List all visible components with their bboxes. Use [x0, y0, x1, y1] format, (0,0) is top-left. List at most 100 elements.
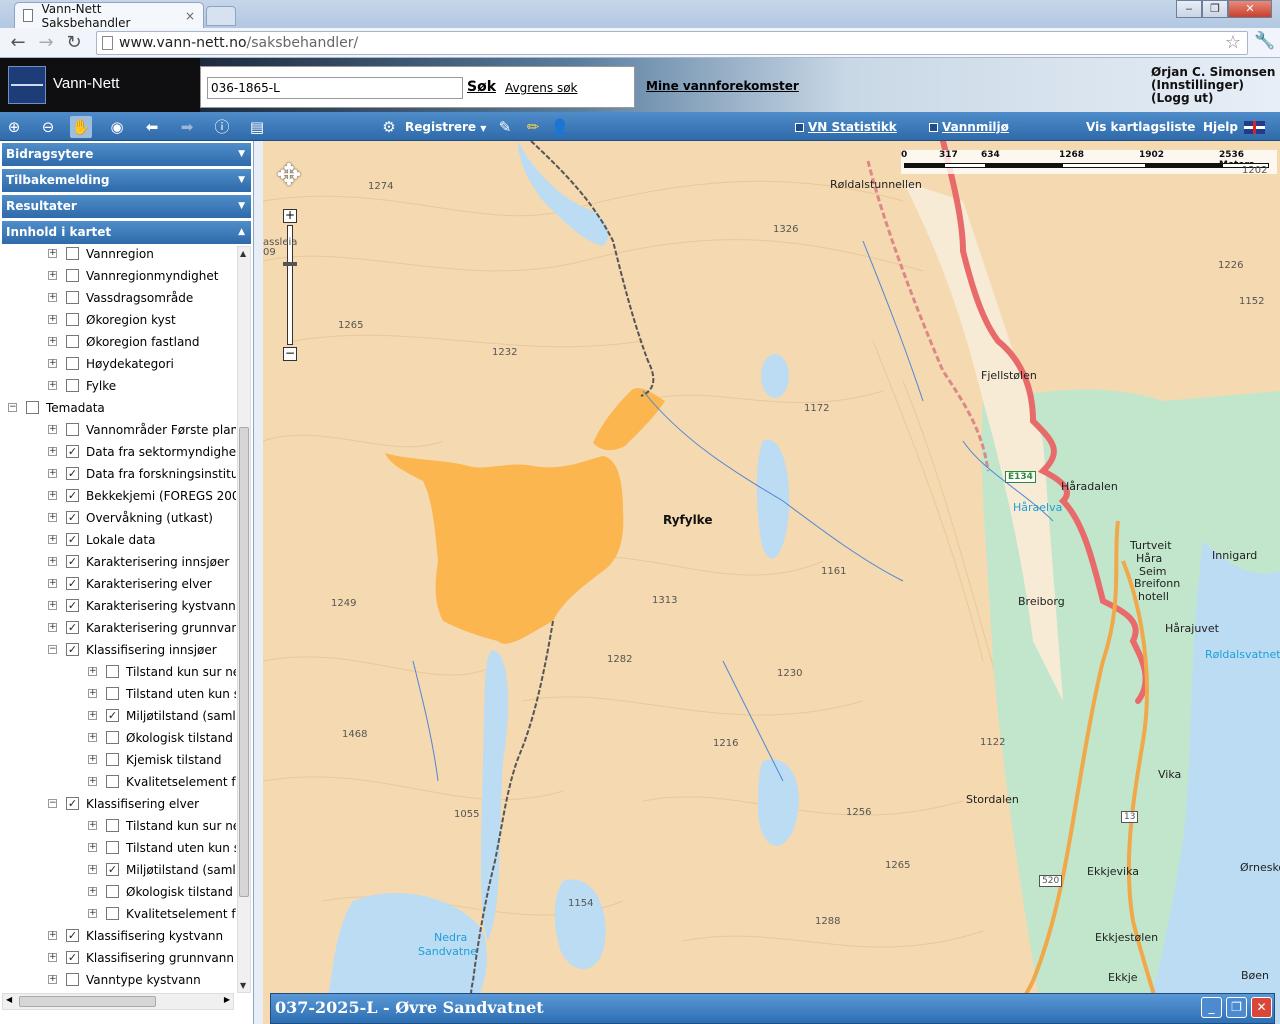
tree-item[interactable]: + ✓ Miljøtilstand (samlet) — [2, 859, 236, 881]
layer-checkbox[interactable]: ✓ — [66, 445, 79, 458]
expand-icon[interactable]: + — [88, 887, 97, 896]
layer-checkbox[interactable] — [66, 335, 79, 348]
panel-close-button[interactable]: ✕ — [1251, 997, 1272, 1018]
tree-item[interactable]: + Kvalitetselement fra — [2, 903, 236, 925]
pan-arrows-icon[interactable]: ✥ — [266, 153, 312, 199]
english-flag-icon[interactable] — [1244, 121, 1265, 134]
expand-icon[interactable]: + — [48, 975, 57, 984]
zoom-out-button[interactable]: − — [283, 347, 297, 361]
tree-item[interactable]: + Tilstand uten kun sur — [2, 837, 236, 859]
tree-item[interactable]: + Høydekategori — [2, 353, 236, 375]
expand-icon[interactable]: + — [48, 381, 57, 390]
layer-checkbox[interactable] — [26, 401, 39, 414]
layer-checkbox[interactable]: ✓ — [66, 621, 79, 634]
layer-checkbox[interactable]: ✓ — [66, 533, 79, 546]
tree-vertical-scrollbar[interactable]: ▲ ▼ — [237, 246, 251, 993]
tree-item[interactable]: + Kvalitetselement fra — [2, 771, 236, 793]
back-icon[interactable]: ← — [6, 32, 30, 54]
expand-icon[interactable]: + — [48, 491, 57, 500]
scroll-left-icon[interactable]: ◀ — [6, 995, 12, 1004]
expand-icon[interactable]: + — [48, 315, 57, 324]
tree-item[interactable]: − Temadata — [2, 397, 236, 419]
tree-item[interactable]: + Vassdragsområde — [2, 287, 236, 309]
section-tilbakemelding[interactable]: Tilbakemelding ▼ — [2, 169, 251, 192]
tree-item[interactable]: + Tilstand kun sur nedbør — [2, 661, 236, 683]
tree-item[interactable]: + Tilstand uten kun sur — [2, 683, 236, 705]
edit-pencil-icon[interactable]: ✏ — [522, 116, 544, 138]
zoom-in-icon[interactable]: ⊕ — [3, 116, 25, 138]
layer-checkbox[interactable] — [106, 775, 119, 788]
tree-item[interactable]: + Vannregionmyndighet — [2, 265, 236, 287]
zoom-in-button[interactable]: + — [283, 209, 297, 223]
layer-checkbox[interactable] — [66, 291, 79, 304]
forward-icon[interactable]: → — [34, 32, 58, 54]
expand-icon[interactable]: + — [88, 843, 97, 852]
tree-item[interactable]: − ✓ Klassifisering elver — [2, 793, 236, 815]
layer-checkbox[interactable] — [66, 269, 79, 282]
info-icon[interactable]: ⓘ — [211, 116, 233, 138]
zoom-out-icon[interactable]: ⊖ — [37, 116, 59, 138]
layer-checkbox[interactable] — [106, 753, 119, 766]
tree-item[interactable]: + ✓ Klassifisering kystvann — [2, 925, 236, 947]
tree-item[interactable]: − ✓ Klassifisering innsjøer — [2, 639, 236, 661]
tree-item[interactable]: + ✓ Data fra sektormyndigheter — [2, 441, 236, 463]
tree-item[interactable]: + ✓ Karakterisering kystvann — [2, 595, 236, 617]
add-user-icon[interactable]: 👤 — [549, 116, 571, 138]
bookmark-star-icon[interactable]: ☆ — [1225, 32, 1241, 54]
tree-item[interactable]: + Tilstand kun sur nedbør — [2, 815, 236, 837]
zoom-slider-handle[interactable] — [283, 262, 297, 266]
tree-item[interactable]: + Økologisk tilstand — [2, 727, 236, 749]
full-extent-globe-icon[interactable]: ◉ — [106, 116, 128, 138]
layer-checkbox[interactable] — [106, 819, 119, 832]
expand-icon[interactable]: + — [88, 755, 97, 764]
tree-item[interactable]: + ✓ Data fra forskningsinstitusjoner — [2, 463, 236, 485]
layer-checkbox[interactable] — [66, 357, 79, 370]
layer-checkbox[interactable]: ✓ — [106, 709, 119, 722]
expand-icon[interactable]: + — [48, 953, 57, 962]
layer-checkbox[interactable]: ✓ — [66, 599, 79, 612]
tree-item[interactable]: + ✓ Karakterisering grunnvann — [2, 617, 236, 639]
search-button[interactable]: Søk — [467, 79, 496, 95]
tree-item[interactable]: + Fylke — [2, 375, 236, 397]
layer-checkbox[interactable] — [66, 423, 79, 436]
expand-icon[interactable]: + — [48, 535, 57, 544]
tree-item[interactable]: + Vannregion — [2, 243, 236, 265]
layer-checkbox[interactable]: ✓ — [106, 863, 119, 876]
expand-icon[interactable]: + — [48, 425, 57, 434]
show-layer-list-link[interactable]: Vis kartlagsliste — [1086, 120, 1195, 134]
collapse-icon[interactable]: − — [8, 403, 17, 412]
expand-icon[interactable]: + — [48, 271, 57, 280]
layer-checkbox[interactable]: ✓ — [66, 489, 79, 502]
pan-hand-icon[interactable]: ✋ — [70, 116, 92, 138]
tree-item[interactable]: + Økoregion kyst — [2, 309, 236, 331]
select-feature-icon[interactable]: ✎ — [494, 116, 516, 138]
vn-statistics-link[interactable]: VN Statistikk — [795, 120, 897, 134]
layer-checkbox[interactable] — [106, 841, 119, 854]
panel-minimize-button[interactable]: _ — [1201, 997, 1222, 1018]
tree-item[interactable]: + ✓ Karakterisering innsjøer — [2, 551, 236, 573]
expand-icon[interactable]: + — [88, 865, 97, 874]
tree-item[interactable]: + ✓ Overvåkning (utkast) — [2, 507, 236, 529]
expand-icon[interactable]: + — [48, 469, 57, 478]
tree-item[interactable]: + Vannområder Første planfase — [2, 419, 236, 441]
expand-icon[interactable]: + — [48, 447, 57, 456]
expand-icon[interactable]: + — [88, 689, 97, 698]
layer-checkbox[interactable] — [66, 313, 79, 326]
tree-item[interactable]: + Kjemisk tilstand — [2, 749, 236, 771]
vannmiljo-link[interactable]: Vannmiljø — [929, 120, 1009, 134]
collapse-icon[interactable]: − — [48, 799, 57, 808]
layer-checkbox[interactable]: ✓ — [66, 929, 79, 942]
search-input[interactable] — [207, 77, 463, 99]
my-water-bodies-link[interactable]: Mine vannforekomster — [646, 79, 799, 93]
expand-icon[interactable]: + — [88, 667, 97, 676]
expand-icon[interactable]: + — [88, 909, 97, 918]
next-extent-icon[interactable]: ➡ — [176, 116, 198, 138]
tree-item[interactable]: + ✓ Miljøtilstand (samlet) — [2, 705, 236, 727]
browser-tab[interactable]: Vann-Nett Saksbehandler × — [14, 2, 204, 30]
previous-extent-icon[interactable]: ⬅ — [141, 116, 163, 138]
scroll-right-icon[interactable]: ▶ — [224, 995, 230, 1004]
layer-checkbox[interactable] — [66, 379, 79, 392]
layer-checkbox[interactable]: ✓ — [66, 577, 79, 590]
expand-icon[interactable]: + — [48, 601, 57, 610]
window-minimize-button[interactable]: ‒ — [1176, 0, 1202, 18]
